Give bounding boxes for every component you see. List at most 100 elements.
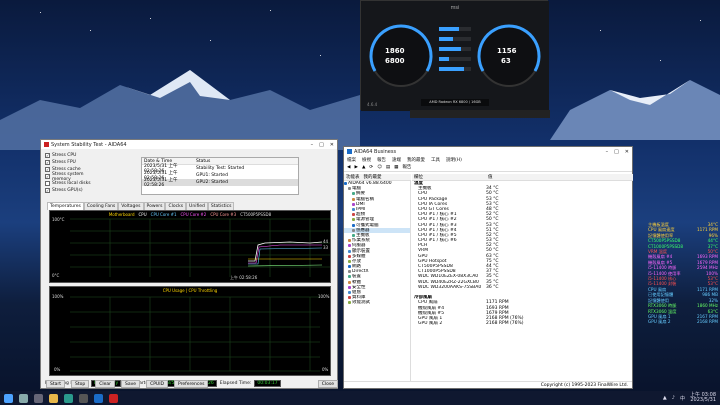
task-view-icon[interactable] bbox=[34, 393, 43, 403]
save-button[interactable]: Save bbox=[121, 380, 141, 388]
checkbox-icon[interactable]: ✓ bbox=[45, 167, 50, 172]
tree-node-icon bbox=[348, 249, 351, 253]
stability-titlebar[interactable]: System Stability Test - AIDA64 – □ ✕ bbox=[41, 140, 337, 149]
close-icon[interactable]: ✕ bbox=[330, 142, 334, 148]
tab-unified[interactable]: Unified bbox=[186, 202, 208, 210]
stress-gpu-option[interactable]: ✓ Stress GPU(s) bbox=[45, 187, 101, 194]
network-icon[interactable]: ▲ bbox=[663, 395, 667, 401]
up-icon[interactable]: ▲ bbox=[362, 165, 365, 170]
temp-right-label-1: 44 bbox=[323, 239, 329, 244]
user-icon[interactable]: ☺ bbox=[377, 165, 382, 170]
voltage-value: 1156 bbox=[497, 47, 517, 55]
refresh-icon[interactable]: ⟳ bbox=[369, 165, 373, 170]
tree-node-icon bbox=[352, 233, 355, 237]
clock[interactable]: 上午 03:08 2023/5/31 bbox=[690, 393, 716, 403]
report-icon[interactable]: ▦ bbox=[394, 165, 398, 170]
msi-afterburner-window[interactable]: msi 1860 6800 1156 63 AMD Radeon RX 6800… bbox=[360, 0, 549, 111]
temp-right-label-2: 33 bbox=[323, 245, 329, 250]
version-label: 4.6.4 bbox=[367, 102, 378, 107]
tab-favorites[interactable]: 我的最愛 bbox=[364, 174, 382, 180]
stability-test-window[interactable]: System Stability Test - AIDA64 – □ ✕ ✓ St… bbox=[40, 139, 338, 389]
table-row[interactable]: 2023/5/31 上午 02:58:26 GPU2: Started bbox=[142, 178, 298, 188]
stress-cpu-option[interactable]: ✓ Stress CPU bbox=[45, 152, 101, 159]
stress-fpu-option[interactable]: ✓ Stress FPU bbox=[45, 159, 101, 166]
stress-memory-option[interactable]: ✓ Stress system memory bbox=[45, 172, 101, 182]
checkbox-icon[interactable]: ✓ bbox=[45, 153, 50, 158]
tree-pane-header: 功能表 我的最愛 bbox=[344, 174, 411, 181]
menu-tools[interactable]: 工具 bbox=[431, 157, 440, 163]
preferences-button[interactable]: Preferences bbox=[174, 380, 209, 388]
maximize-icon[interactable]: □ bbox=[319, 142, 324, 148]
menu-file[interactable]: 檔案 bbox=[347, 157, 356, 163]
checkbox-icon[interactable]: ✓ bbox=[45, 174, 50, 179]
osd-row: GPU 風扇 2 2168 RPM bbox=[648, 319, 718, 324]
legend-core3[interactable]: CPU Core #3 bbox=[210, 212, 236, 217]
aida-titlebar[interactable]: AIDA64 Business – □ ✕ bbox=[344, 147, 632, 156]
checkbox-icon[interactable] bbox=[45, 181, 50, 186]
aida-taskbar-icon[interactable] bbox=[94, 393, 103, 403]
field-name: GPU 風扇 2 bbox=[418, 321, 443, 327]
start-icon[interactable] bbox=[4, 393, 13, 403]
usage-axis-bottom: 0% bbox=[54, 367, 61, 372]
list-item[interactable]: GPU 風扇 2 2168 RPM (76%) bbox=[412, 321, 633, 326]
legend-ssd[interactable]: CT500P5PSSD8 bbox=[240, 212, 271, 217]
chart-icon[interactable]: ▤ bbox=[386, 165, 390, 170]
tree-node-icon bbox=[348, 291, 351, 295]
checkbox-icon[interactable]: ✓ bbox=[45, 160, 50, 165]
maximize-icon[interactable]: □ bbox=[614, 149, 619, 155]
usage-right-top: 100% bbox=[318, 294, 330, 299]
menu-help[interactable]: 說明(H) bbox=[446, 157, 462, 163]
temperature-graph: Motherboard CPU CPU Core #1 CPU Core #2 … bbox=[49, 210, 331, 283]
stop-button[interactable]: Stop bbox=[71, 380, 90, 388]
tab-statistics[interactable]: Statistics bbox=[207, 202, 235, 210]
column-value[interactable]: 值 bbox=[488, 174, 493, 180]
minimize-icon[interactable]: – bbox=[311, 142, 314, 148]
aida64-window[interactable]: AIDA64 Business – □ ✕ 檔案 檢視 報告 遠端 我的最愛 工… bbox=[343, 146, 633, 389]
tree-node-icon bbox=[348, 301, 351, 305]
tab-cooling-fans[interactable]: Cooling Fans bbox=[83, 202, 119, 210]
close-icon[interactable]: ✕ bbox=[625, 149, 629, 155]
osd-value: 2168 RPM bbox=[696, 319, 718, 325]
menu-view[interactable]: 檢視 bbox=[362, 157, 371, 163]
legend-cpu[interactable]: CPU bbox=[139, 212, 147, 217]
afterburner-taskbar-icon[interactable] bbox=[109, 393, 118, 403]
ime-indicator[interactable]: 中 bbox=[680, 395, 685, 402]
tab-temperatures[interactable]: Temperatures bbox=[47, 202, 84, 210]
back-icon[interactable]: ◀ bbox=[347, 165, 350, 170]
aida-window-title: AIDA64 Business bbox=[354, 148, 397, 155]
edge-icon[interactable] bbox=[64, 393, 73, 403]
usage-axis-top: 100% bbox=[52, 294, 64, 299]
cpuid-button[interactable]: CPUID bbox=[146, 380, 169, 388]
forward-icon[interactable]: ▶ bbox=[354, 165, 357, 170]
tab-clocks[interactable]: Clocks bbox=[165, 202, 187, 210]
legend-core2[interactable]: CPU Core #2 bbox=[181, 212, 207, 217]
menu-favorites[interactable]: 我的最愛 bbox=[407, 157, 425, 163]
tab-voltages[interactable]: Voltages bbox=[118, 202, 144, 210]
column-field[interactable]: 欄位 bbox=[414, 174, 488, 180]
tree-item-label: 效能測試 bbox=[352, 300, 370, 306]
clear-button[interactable]: Clear bbox=[95, 380, 116, 388]
tree-item[interactable]: 效能測試 bbox=[344, 300, 410, 305]
tree-node-icon bbox=[352, 218, 355, 222]
explorer-icon[interactable] bbox=[49, 393, 58, 403]
tree-node-icon bbox=[352, 213, 355, 217]
legend-core1[interactable]: CPU Core #1 bbox=[151, 212, 177, 217]
volume-icon[interactable]: ♪ bbox=[672, 395, 675, 401]
search-icon[interactable] bbox=[19, 393, 28, 403]
taskbar: ▲ ♪ 中 上午 03:08 2023/5/31 bbox=[0, 391, 720, 405]
checkbox-icon[interactable]: ✓ bbox=[45, 188, 50, 193]
tree-node-icon bbox=[352, 197, 355, 201]
store-icon[interactable] bbox=[79, 393, 88, 403]
tree-node-icon bbox=[348, 275, 351, 279]
legend-motherboard[interactable]: Motherboard bbox=[109, 212, 135, 217]
menu-report[interactable]: 報告 bbox=[377, 157, 386, 163]
close-button[interactable]: Close bbox=[317, 380, 338, 388]
report-button[interactable]: 報告 bbox=[402, 164, 411, 170]
cpu-usage-graph: CPU Usage | CPU Throttling 100% 0% 100% … bbox=[49, 286, 331, 376]
menu-remote[interactable]: 遠端 bbox=[392, 157, 401, 163]
tab-menu[interactable]: 功能表 bbox=[346, 174, 360, 180]
start-button[interactable]: Start bbox=[46, 380, 65, 388]
tab-powers[interactable]: Powers bbox=[143, 202, 166, 210]
temp-value: 63 bbox=[501, 57, 511, 65]
minimize-icon[interactable]: – bbox=[606, 149, 609, 155]
